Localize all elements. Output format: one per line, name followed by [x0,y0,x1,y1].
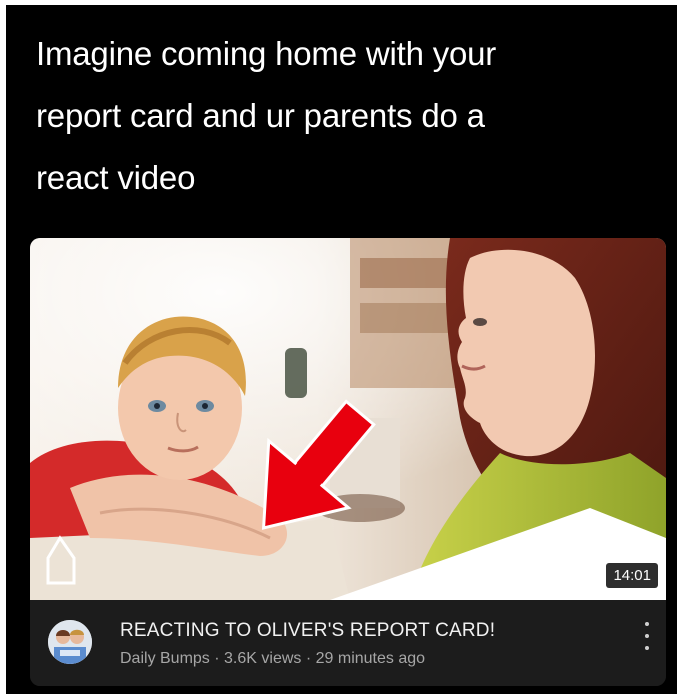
caption-line-1: Imagine coming home with your [36,35,497,72]
video-meta: Daily Bumps · 3.6K views · 29 minutes ag… [120,650,425,668]
video-title[interactable]: REACTING TO OLIVER'S REPORT CARD! [120,620,495,642]
meme-caption: Imagine coming home with your report car… [36,23,636,209]
channel-avatar[interactable] [48,620,92,664]
kebab-dot [645,646,649,650]
avatar-icon [48,620,92,664]
video-thumbnail[interactable]: 14:01 [30,238,666,600]
video-card[interactable]: 14:01 REACTING TO OLIVER'S REPORT CARD! … [30,238,666,686]
more-vert-icon[interactable] [640,622,654,650]
video-info[interactable]: REACTING TO OLIVER'S REPORT CARD! Daily … [30,600,666,686]
kebab-dot [645,622,649,626]
channel-name[interactable]: Daily Bumps [120,650,210,667]
duration-badge: 14:01 [606,563,658,588]
caption-line-3: react video [36,159,196,196]
meta-separator: · [209,650,225,667]
view-count: 3.6K views [224,650,302,667]
kebab-dot [645,634,649,638]
upload-age: 29 minutes ago [315,650,426,667]
caption-line-2: report card and ur parents do a [36,97,485,134]
thumbnail-image [30,238,666,600]
meta-separator: · [301,650,316,667]
